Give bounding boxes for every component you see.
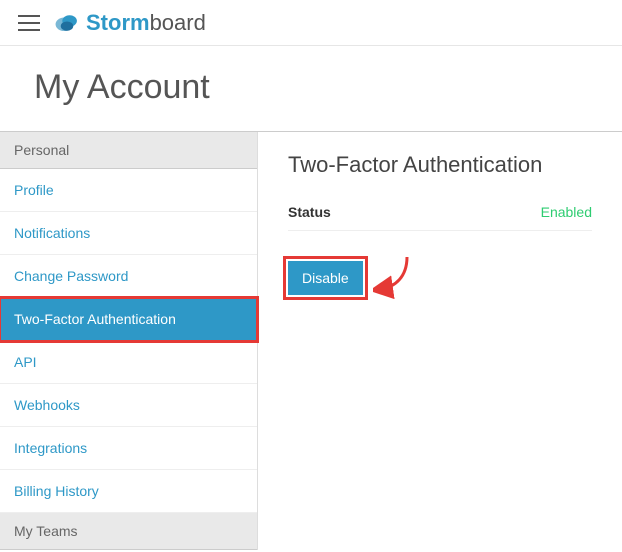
top-bar: Stormboard [0,0,622,46]
sidebar-item-two-factor[interactable]: Two-Factor Authentication [0,298,257,341]
status-label: Status [288,204,331,220]
sidebar-section-my-teams: My Teams [0,513,257,550]
logo-icon [54,10,80,36]
menu-icon[interactable] [18,15,40,31]
status-row: Status Enabled [288,194,592,231]
sidebar-section-personal: Personal [0,132,257,169]
action-area: Disable [288,253,592,303]
status-value: Enabled [541,204,592,220]
sidebar-item-change-password[interactable]: Change Password [0,255,257,298]
content-layout: Personal Profile Notifications Change Pa… [0,131,622,550]
section-heading: Two-Factor Authentication [288,152,592,178]
brand-logo[interactable]: Stormboard [54,10,206,36]
sidebar-item-billing-history[interactable]: Billing History [0,470,257,513]
page-title: My Account [0,46,622,131]
main-panel: Two-Factor Authentication Status Enabled… [258,132,622,550]
annotation-arrow-icon [373,253,413,303]
disable-button[interactable]: Disable [288,261,363,295]
sidebar: Personal Profile Notifications Change Pa… [0,132,258,550]
sidebar-item-notifications[interactable]: Notifications [0,212,257,255]
sidebar-item-profile[interactable]: Profile [0,169,257,212]
logo-text: Stormboard [86,10,206,36]
sidebar-item-webhooks[interactable]: Webhooks [0,384,257,427]
sidebar-item-integrations[interactable]: Integrations [0,427,257,470]
sidebar-item-api[interactable]: API [0,341,257,384]
